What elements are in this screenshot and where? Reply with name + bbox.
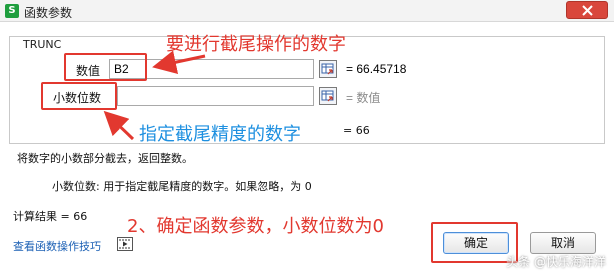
function-description: 将数字的小数部分截去，返回整数。 xyxy=(17,152,193,165)
arrow-to-digits xyxy=(103,110,135,141)
annotation-middle: 指定截尾精度的数字 xyxy=(139,124,301,145)
parameter-description: 小数位数: 用于指定截尾精度的数字。如果忽略，为 0 xyxy=(52,180,312,193)
annotation-top: 要进行截尾操作的数字 xyxy=(166,34,346,55)
calculation-result: 计算结果 = 66 xyxy=(13,210,88,223)
arrow-to-number xyxy=(152,50,206,74)
help-link[interactable]: 查看函数操作技巧 xyxy=(13,238,101,254)
formula-result: = 66 xyxy=(343,124,370,137)
callout-box-ok xyxy=(431,222,518,263)
video-icon xyxy=(119,239,131,249)
watermark: 头条 @快乐海洋洋 xyxy=(506,255,606,269)
annotation-bottom: 2、确定函数参数，小数位数为0 xyxy=(127,216,384,237)
cancel-button[interactable]: 取消 xyxy=(530,232,596,254)
help-video-button[interactable] xyxy=(117,237,133,251)
